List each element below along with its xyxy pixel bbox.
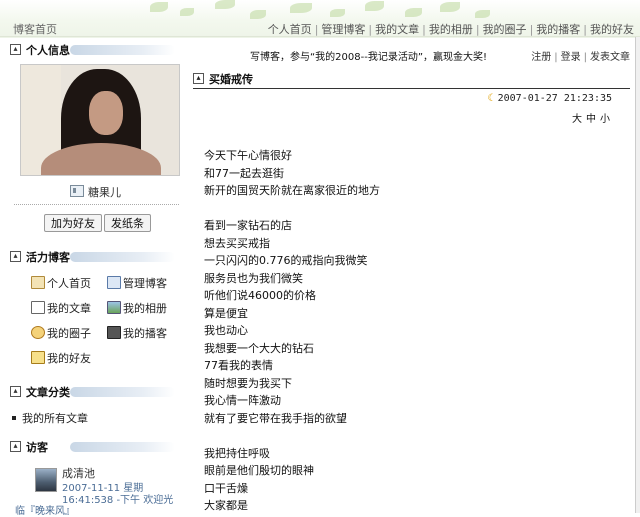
bullet-icon xyxy=(12,416,16,420)
manage-icon xyxy=(107,276,121,289)
sidebar-link-my-album[interactable]: 我的相册 xyxy=(107,300,167,316)
nav-my-circle[interactable]: 我的圈子 xyxy=(483,23,527,36)
section-title: 访客 xyxy=(26,441,48,454)
top-divider xyxy=(0,36,640,37)
activity-section-header: ▴ 活力博客 xyxy=(10,249,180,265)
home-icon xyxy=(31,276,45,289)
brush-decoration xyxy=(70,442,175,452)
post-body: 今天下午心情很好 和77一起去逛街新开的国贸天阶就在离家很近的地方 看到一家钻石的店… xyxy=(204,147,380,515)
add-friend-button[interactable]: 加为好友 xyxy=(44,214,102,232)
promo-link[interactable]: 写博客，参与“我的2008--我记录活动”，赢现金大奖! xyxy=(250,48,487,63)
blog-home-link[interactable]: 博客首页 xyxy=(13,21,57,37)
brush-decoration xyxy=(70,387,175,397)
visitor-avatar[interactable] xyxy=(35,468,57,492)
category-all-articles[interactable]: 我的所有文章 xyxy=(12,410,88,426)
sidebar-link-personal-home[interactable]: 个人首页 xyxy=(31,275,91,291)
visitor-time: 16:41:538 -下午 欢迎光 xyxy=(62,495,174,506)
section-title: 活力博客 xyxy=(26,251,70,264)
sidebar-link-my-friends[interactable]: 我的好友 xyxy=(31,350,91,366)
post-line: 想去买买戒指 xyxy=(204,236,270,250)
scrollbar[interactable] xyxy=(635,37,640,513)
post-line: 新开的国贸天阶就在离家很近的地方 xyxy=(204,184,380,197)
post-line: 77看我的表情 xyxy=(204,359,273,372)
collapse-icon[interactable]: ▴ xyxy=(10,441,21,452)
moon-icon: ☾ xyxy=(487,93,494,104)
post-line: 和77一起去逛街 xyxy=(204,166,284,180)
post-line: 我心情一阵激动 xyxy=(204,394,281,407)
collapse-icon[interactable]: ▴ xyxy=(10,386,21,397)
post-line: 一只闪闪的0.776的戒指向我微笑 xyxy=(204,254,368,267)
post-line: 大家都是 xyxy=(204,499,248,512)
post-line: 我也动心 xyxy=(204,324,248,337)
font-size-controls: 大中小 xyxy=(572,110,614,125)
top-nav: 个人首页 | 管理博客 | 我的文章 | 我的相册 | 我的圈子 | 我的播客 | 我的好友 xyxy=(267,23,634,36)
post-header: ▴ 买婚戒传 xyxy=(193,70,630,87)
send-note-button[interactable]: 发纸条 xyxy=(104,214,151,232)
nav-my-podcast[interactable]: 我的播客 xyxy=(536,23,580,36)
post-line: 我想要一个大大的钻石 xyxy=(204,341,314,355)
post-divider xyxy=(193,88,630,89)
font-size-large[interactable]: 大 xyxy=(572,114,586,125)
post-line: 随时想要为我买下 xyxy=(204,376,292,390)
article-icon xyxy=(31,301,45,314)
section-title: 文章分类 xyxy=(26,386,70,399)
visitor-section-header: ▴ 访客 xyxy=(10,439,180,455)
nav-my-album[interactable]: 我的相册 xyxy=(429,23,473,36)
visitor-greeting: 临『晚来风』 xyxy=(15,506,75,517)
user-card-icon xyxy=(70,185,84,197)
font-size-medium[interactable]: 中 xyxy=(586,114,600,125)
friends-icon xyxy=(31,351,45,364)
profile-section-header: ▴ 个人信息 xyxy=(10,42,180,58)
post-line: 服务员也为我们微笑 xyxy=(204,271,303,285)
category-section-header: ▴ 文章分类 xyxy=(10,384,180,400)
post-line: 口干舌燥 xyxy=(204,481,248,495)
account-links: 注册 | 登录 | 发表文章 xyxy=(531,52,630,63)
post-line: 我把持住呼吸 xyxy=(204,446,270,460)
avatar xyxy=(20,64,180,176)
post-title: 买婚戒传 xyxy=(209,73,253,86)
post-line: 看到一家钻石的店 xyxy=(204,219,292,232)
circle-icon xyxy=(31,326,45,339)
section-title: 个人信息 xyxy=(26,44,70,57)
register-link[interactable]: 注册 xyxy=(531,52,551,63)
top-banner: 博客首页 个人首页 | 管理博客 | 我的文章 | 我的相册 | 我的圈子 | 我的播客 | 我的好友 xyxy=(0,0,640,38)
sidebar-link-my-circle[interactable]: 我的圈子 xyxy=(31,325,91,341)
post-line: 就有了要它带在我手指的欲望 xyxy=(204,411,347,425)
sidebar-link-my-podcast[interactable]: 我的播客 xyxy=(107,325,167,341)
sidebar-link-my-articles[interactable]: 我的文章 xyxy=(31,300,91,316)
post-line: 听他们说46000的价格 xyxy=(204,289,316,302)
nav-my-articles[interactable]: 我的文章 xyxy=(375,23,419,36)
nav-manage-blog[interactable]: 管理博客 xyxy=(321,23,365,36)
collapse-icon[interactable]: ▴ xyxy=(10,44,21,55)
login-link[interactable]: 登录 xyxy=(561,52,581,63)
podcast-icon xyxy=(107,326,121,339)
collapse-icon[interactable]: ▴ xyxy=(10,251,21,262)
divider xyxy=(14,204,179,205)
brush-decoration xyxy=(70,45,175,55)
post-date: ☾ 2007-01-27 21:23:35 xyxy=(487,93,612,104)
brush-decoration xyxy=(70,252,175,262)
post-article-link[interactable]: 发表文章 xyxy=(590,52,630,63)
font-size-small[interactable]: 小 xyxy=(600,114,614,125)
post-line: 算是便宜 xyxy=(204,306,248,320)
post-line: 今天下午心情很好 xyxy=(204,149,292,162)
post-line: 眼前是他们殷切的眼神 xyxy=(204,464,314,477)
nav-my-friends[interactable]: 我的好友 xyxy=(590,23,634,36)
profile-name-text[interactable]: 糖果儿 xyxy=(88,186,121,199)
album-icon xyxy=(107,301,121,314)
nav-personal-home[interactable]: 个人首页 xyxy=(268,23,312,36)
profile-name: 糖果儿 xyxy=(70,184,121,200)
collapse-icon[interactable]: ▴ xyxy=(193,73,204,84)
sidebar-link-manage-blog[interactable]: 管理博客 xyxy=(107,275,167,291)
